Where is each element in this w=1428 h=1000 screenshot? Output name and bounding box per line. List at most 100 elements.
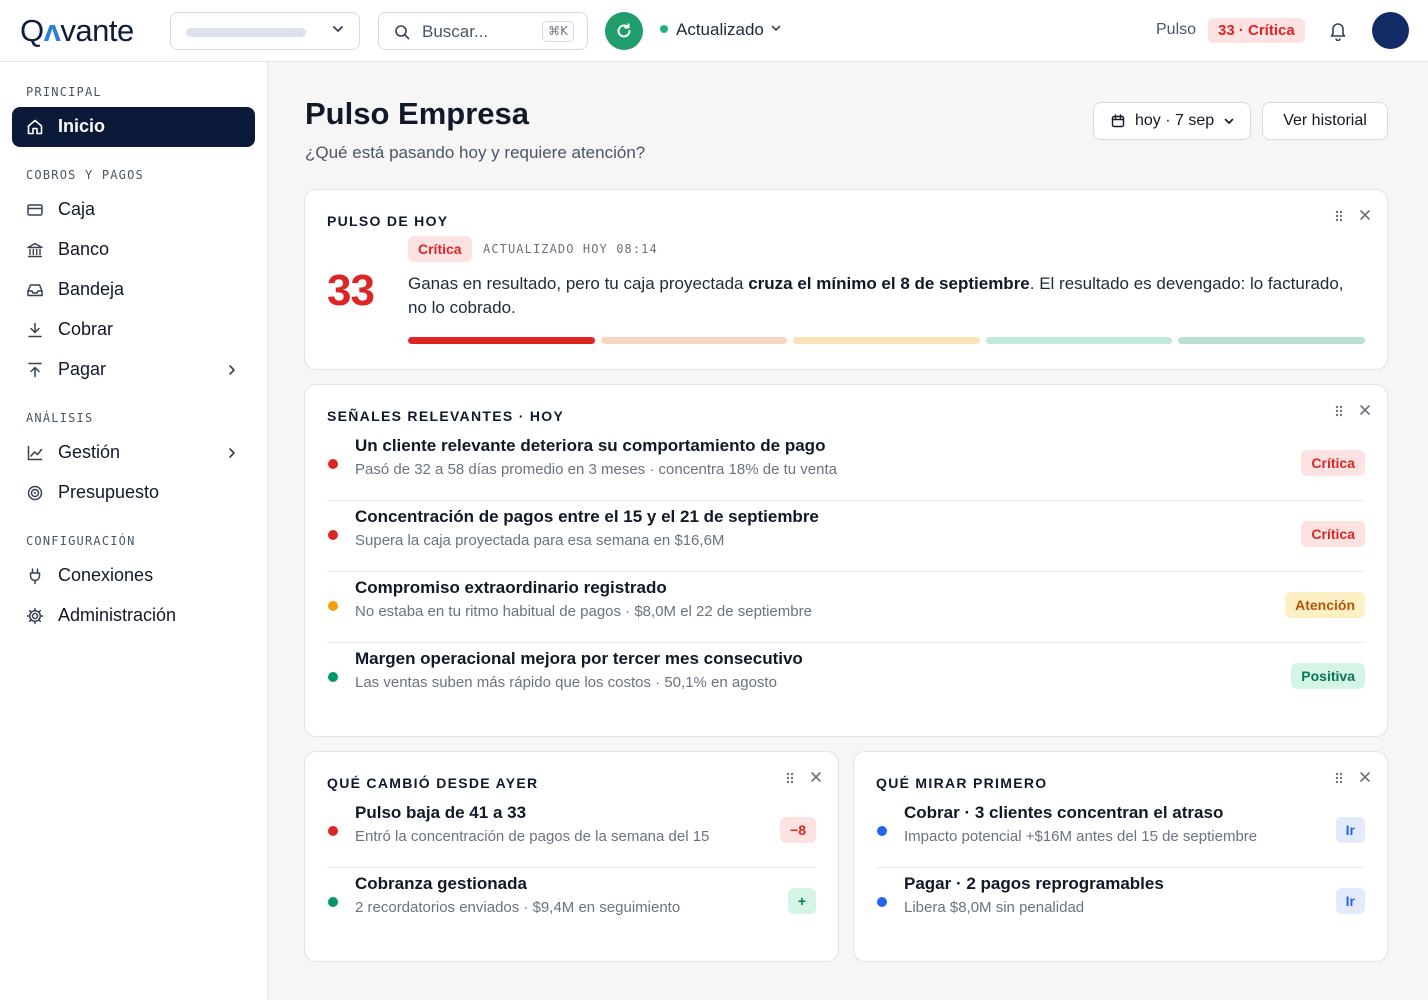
target-icon — [27, 485, 43, 501]
sidebar-item-presupuesto[interactable]: Presupuesto — [12, 473, 255, 513]
logo-q: Q — [20, 13, 44, 48]
priority-dot — [877, 826, 887, 836]
search-icon — [395, 25, 410, 40]
sidebar: PRINCIPAL Inicio COBROS Y PAGOS Caja Ban… — [0, 62, 268, 1000]
severity-dot — [328, 601, 338, 611]
drag-handle-icon[interactable] — [1334, 209, 1344, 223]
severity-dot — [328, 672, 338, 682]
sidebar-item-conexiones[interactable]: Conexiones — [12, 556, 255, 596]
signal-title: Concentración de pagos entre el 15 y el … — [355, 507, 819, 526]
sidebar-item-label: Bandeja — [58, 279, 125, 299]
priority-row[interactable]: Pagar · 2 pagos reprogramables Libera $8… — [876, 868, 1365, 939]
download-icon — [28, 322, 42, 338]
sidebar-item-label: Inicio — [58, 116, 106, 136]
search-placeholder: Buscar... — [422, 22, 489, 41]
sidebar-item-bandeja[interactable]: Bandeja — [12, 270, 255, 310]
sidebar-item-label: Administración — [58, 605, 177, 625]
change-row[interactable]: Pulso baja de 41 a 33 Entró la concentra… — [327, 797, 816, 868]
close-icon[interactable] — [1359, 209, 1371, 221]
pulse-label: Pulso — [1156, 21, 1197, 38]
signal-row[interactable]: Margen operacional mejora por tercer mes… — [327, 643, 1365, 714]
close-icon[interactable] — [1359, 404, 1371, 416]
drag-handle-icon[interactable] — [1334, 404, 1344, 418]
bell-icon[interactable] — [1327, 19, 1349, 41]
signal-detail: No estaba en tu ritmo habitual de pagos … — [355, 603, 812, 620]
sidebar-item-administracion[interactable]: Administración — [12, 596, 255, 636]
top-bar: Qʌvante Buscar... ⌘K Actualizado Pulso 3… — [0, 0, 1428, 62]
signals-card: SEÑALES RELEVANTES · HOY Un cliente rele… — [304, 384, 1388, 737]
drag-handle-icon[interactable] — [785, 771, 795, 785]
priority-detail: Impacto potencial +$16M antes del 15 de … — [904, 828, 1258, 845]
priority-title: Pagar · 2 pagos reprogramables — [904, 874, 1164, 893]
pulse-scale-segment — [601, 337, 787, 344]
sidebar-item-label: Gestión — [58, 442, 121, 462]
bank-icon — [27, 242, 43, 258]
signal-title: Margen operacional mejora por tercer mes… — [355, 649, 803, 668]
card-title: PULSO DE HOY — [327, 213, 449, 229]
severity-badge: Crítica — [1301, 450, 1365, 476]
sidebar-section-analisis: ANÁLISIS — [26, 411, 94, 425]
chart-line-icon — [27, 445, 43, 461]
inbox-icon — [27, 284, 43, 297]
search-box[interactable]: Buscar... ⌘K — [378, 12, 588, 50]
plug-icon — [29, 568, 41, 585]
sidebar-item-banco[interactable]: Banco — [12, 230, 255, 270]
signal-detail: Supera la caja proyectada para esa seman… — [355, 532, 725, 549]
pulse-card: PULSO DE HOY 33 Crítica ACTUALIZADO HOY … — [304, 189, 1388, 370]
pulse-score: 33 — [327, 266, 375, 315]
change-title: Cobranza gestionada — [355, 874, 527, 893]
logo[interactable]: Qʌvante — [20, 13, 134, 49]
sync-status[interactable]: Actualizado — [660, 20, 782, 40]
sidebar-item-cobrar[interactable]: Cobrar — [12, 310, 255, 350]
close-icon[interactable] — [1359, 771, 1371, 783]
go-button[interactable]: Ir — [1335, 888, 1365, 914]
signal-title: Un cliente relevante deteriora su compor… — [355, 436, 826, 455]
go-button[interactable]: Ir — [1335, 817, 1365, 843]
close-icon[interactable] — [810, 771, 822, 783]
change-detail: 2 recordatorios enviados · $9,4M en segu… — [355, 899, 681, 916]
priorities-card: QUÉ MIRAR PRIMERO Cobrar · 3 clientes co… — [853, 751, 1388, 962]
search-shortcut: ⌘K — [542, 21, 574, 42]
pulse-summary: Ganas en resultado, pero tu caja proyect… — [408, 272, 1348, 320]
sidebar-item-label: Presupuesto — [58, 482, 160, 502]
chevron-right-icon — [229, 448, 235, 458]
changes-card: QUÉ CAMBIÓ DESDE AYER Pulso baja de 41 a… — [304, 751, 839, 962]
pulse-scale-segment — [986, 337, 1172, 344]
sidebar-section-configuracion: CONFIGURACIÓN — [26, 534, 136, 548]
pulse-scale-segment — [408, 337, 595, 344]
signal-row[interactable]: Un cliente relevante deteriora su compor… — [327, 430, 1365, 501]
priority-dot — [877, 897, 887, 907]
page-title: Pulso Empresa — [305, 96, 529, 131]
priority-row[interactable]: Cobrar · 3 clientes concentran el atraso… — [876, 797, 1365, 868]
sidebar-item-inicio[interactable]: Inicio — [12, 107, 255, 147]
severity-dot — [328, 459, 338, 469]
pulse-summary-highlight: cruza el mínimo el 8 de septiembre — [748, 274, 1030, 293]
sidebar-section-principal: PRINCIPAL — [26, 85, 102, 99]
severity-badge: Atención — [1285, 592, 1365, 618]
chevron-down-icon — [333, 26, 343, 32]
company-select[interactable] — [170, 12, 360, 50]
change-delta-badge: + — [787, 888, 816, 914]
change-row[interactable]: Cobranza gestionada 2 recordatorios envi… — [327, 868, 816, 939]
severity-badge: Positiva — [1291, 663, 1365, 689]
drag-handle-icon[interactable] — [1334, 771, 1344, 785]
sidebar-item-pagar[interactable]: Pagar — [12, 350, 255, 390]
change-dot — [328, 826, 338, 836]
history-button[interactable]: Ver historial — [1262, 102, 1388, 140]
sidebar-item-label: Pagar — [58, 359, 107, 379]
avatar[interactable] — [1372, 12, 1409, 49]
pulse-scale-segment — [1178, 337, 1365, 344]
sidebar-section-cobros: COBROS Y PAGOS — [26, 168, 144, 182]
sidebar-item-caja[interactable]: Caja — [12, 190, 255, 230]
signal-row[interactable]: Compromiso extraordinario registrado No … — [327, 572, 1365, 643]
pulse-badge[interactable]: 33 · Crítica — [1208, 18, 1305, 43]
severity-badge: Crítica — [1301, 521, 1365, 547]
signal-row[interactable]: Concentración de pagos entre el 15 y el … — [327, 501, 1365, 572]
change-delta-badge: −8 — [780, 817, 816, 843]
date-selector-button[interactable]: hoy · 7 sep — [1093, 102, 1251, 140]
refresh-button[interactable] — [605, 12, 643, 50]
sidebar-item-gestion[interactable]: Gestión — [12, 433, 255, 473]
chevron-down-icon — [1224, 118, 1234, 124]
updated-timestamp: ACTUALIZADO HOY 08:14 — [483, 242, 658, 256]
page-subtitle: ¿Qué está pasando hoy y requiere atenció… — [305, 143, 646, 162]
